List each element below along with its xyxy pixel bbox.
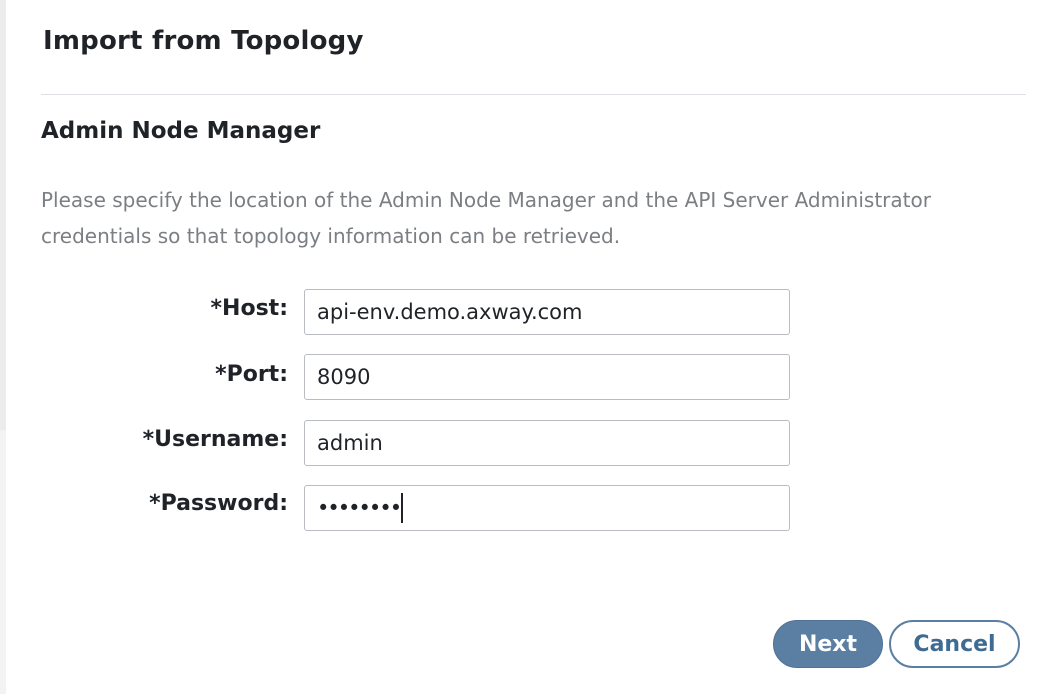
next-button[interactable]: Next [773,620,883,668]
host-label: *Host: [210,296,288,321]
title-divider [41,94,1026,95]
host-input-value: api-env.demo.axway.com [317,300,583,324]
section-title: Admin Node Manager [41,118,321,144]
password-label: *Password: [149,491,288,516]
username-label: *Username: [142,427,288,452]
import-topology-dialog: Import from Topology Admin Node Manager … [6,0,1058,694]
cancel-button[interactable]: Cancel [889,620,1020,668]
port-input-value: 8090 [317,365,371,389]
username-input-value: admin [317,431,383,455]
text-cursor [401,493,404,523]
password-input-value: •••••••• [317,496,402,520]
host-input[interactable]: api-env.demo.axway.com [304,289,790,335]
dialog-title: Import from Topology [43,26,364,56]
password-input[interactable]: •••••••• [304,485,790,531]
username-input[interactable]: admin [304,420,790,466]
section-description: Please specify the location of the Admin… [41,188,931,248]
port-label: *Port: [215,362,288,387]
port-input[interactable]: 8090 [304,354,790,400]
